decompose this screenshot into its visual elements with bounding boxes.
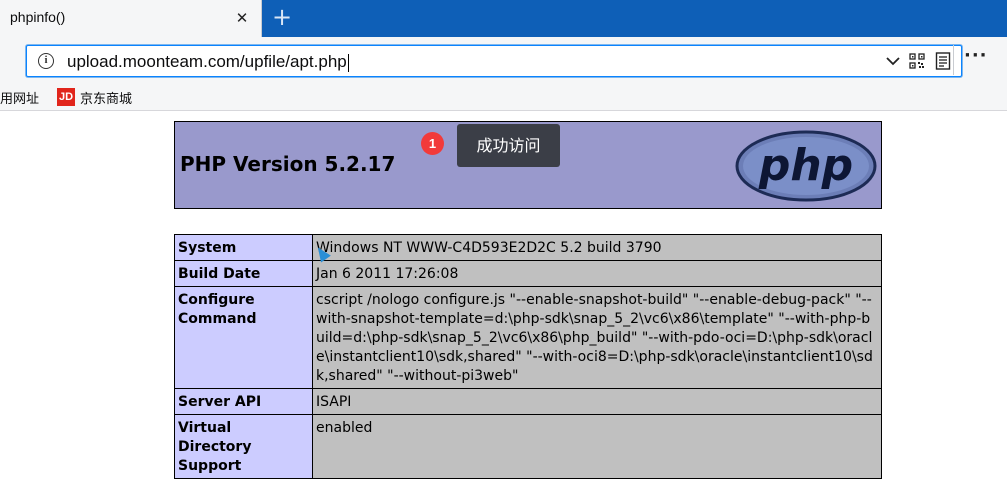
- bookmark-item-jd[interactable]: 京东商城: [80, 88, 132, 107]
- step-number-badge: 1: [421, 132, 444, 155]
- tab-title: phpinfo(): [10, 9, 66, 25]
- url-input[interactable]: upload.moonteam.com/upfile/apt.php: [67, 52, 349, 72]
- row-key-system: System: [174, 234, 313, 261]
- php-info-table: System Windows NT WWW-C4D593E2D2C 5.2 bu…: [174, 234, 882, 479]
- chevron-down-icon[interactable]: [885, 53, 901, 69]
- row-key-virtual-directory: Virtual Directory Support: [174, 414, 313, 479]
- table-row: Server API ISAPI: [174, 388, 882, 415]
- url-text: upload.moonteam.com/upfile/apt.php: [67, 52, 347, 71]
- php-logo-text: php: [758, 140, 853, 191]
- tab-phpinfo[interactable]: phpinfo() ✕: [0, 0, 262, 37]
- row-value-configure-command: cscript /nologo configure.js "--enable-s…: [312, 286, 882, 389]
- row-value-build-date: Jan 6 2011 17:26:08: [312, 260, 882, 287]
- more-menu-icon[interactable]: ···: [964, 47, 988, 70]
- table-row: Configure Command cscript /nologo config…: [174, 286, 882, 389]
- row-value-system: Windows NT WWW-C4D593E2D2C 5.2 build 379…: [312, 234, 882, 261]
- php-version-title: PHP Version 5.2.17: [180, 152, 396, 176]
- row-key-build-date: Build Date: [174, 260, 313, 287]
- new-tab-icon[interactable]: +: [270, 3, 294, 31]
- info-icon[interactable]: i: [38, 53, 54, 69]
- bookmarks-bar: 用网址 JD 京东商城: [0, 83, 1007, 111]
- bookmark-item-common-sites[interactable]: 用网址: [0, 88, 39, 107]
- row-value-virtual-directory: enabled: [312, 414, 882, 479]
- tab-strip: phpinfo() ✕ +: [0, 0, 1007, 37]
- row-key-server-api: Server API: [174, 388, 313, 415]
- row-key-configure-command: Configure Command: [174, 286, 313, 389]
- callout-tooltip: 成功访问: [457, 124, 560, 167]
- qr-code-icon[interactable]: [909, 53, 925, 69]
- table-row: Virtual Directory Support enabled: [174, 414, 882, 479]
- address-bar[interactable]: i upload.moonteam.com/upfile/apt.php: [26, 45, 962, 77]
- toolbar-separator: [953, 45, 954, 75]
- php-logo: php: [735, 130, 877, 202]
- table-row: System Windows NT WWW-C4D593E2D2C 5.2 bu…: [174, 234, 882, 261]
- close-icon[interactable]: ✕: [233, 8, 251, 28]
- navigation-bar: i upload.moonteam.com/upfile/apt.php ···: [0, 37, 1007, 83]
- text-caret: [347, 53, 349, 72]
- reader-view-icon[interactable]: [935, 52, 951, 70]
- jd-icon: JD: [57, 88, 75, 106]
- row-value-server-api: ISAPI: [312, 388, 882, 415]
- table-row: Build Date Jan 6 2011 17:26:08: [174, 260, 882, 287]
